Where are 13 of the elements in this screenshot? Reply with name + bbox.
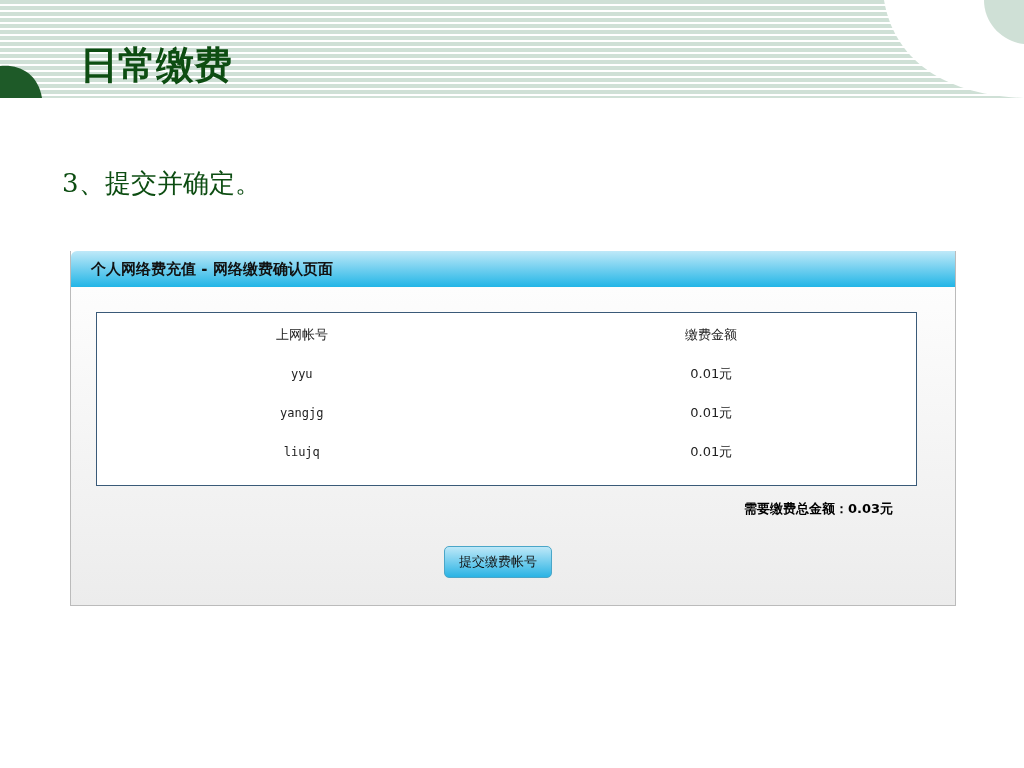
total-amount: 需要缴费总金额：0.03元 — [742, 500, 893, 518]
panel-title: 个人网络费充值 - 网络缴费确认页面 — [91, 259, 333, 279]
table-cell-text: liujq — [282, 444, 321, 461]
table-cell-text: yyu — [289, 366, 314, 383]
table-cell-text: 0.01元 — [689, 404, 734, 422]
table-cell-text: yangjg — [279, 405, 325, 422]
column-header: 上网帐号 — [274, 326, 329, 344]
submit-button[interactable]: 提交缴费帐号 — [444, 546, 552, 578]
table-cell-text: 0.01元 — [689, 443, 734, 461]
step-text: 3、提交并确定。 — [62, 167, 262, 200]
column-header: 缴费金额 — [684, 326, 739, 344]
slide-title: 日常缴费 — [80, 41, 232, 89]
table-cell-text: 0.01元 — [689, 365, 734, 383]
